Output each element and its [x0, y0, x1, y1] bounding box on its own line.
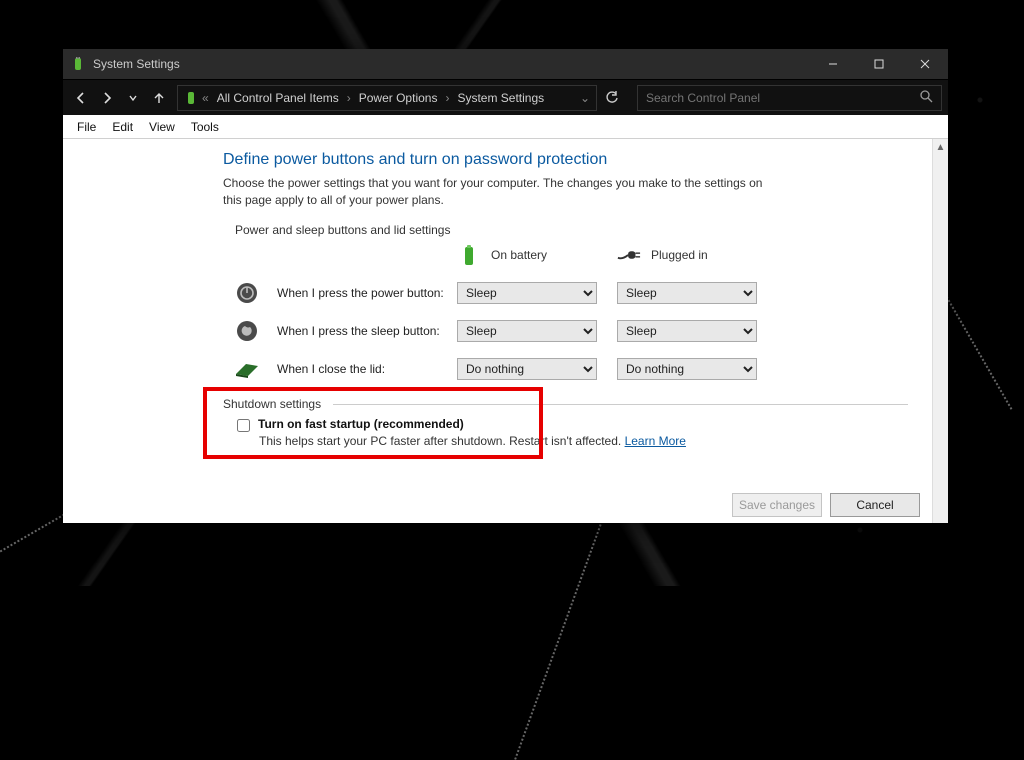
crumb-system-settings[interactable]: System Settings: [453, 91, 548, 105]
footer-buttons: Save changes Cancel: [732, 493, 920, 517]
power-plan-path-icon: [184, 91, 198, 105]
chevron-down-icon[interactable]: ⌄: [580, 91, 590, 105]
column-battery-label: On battery: [491, 248, 547, 262]
recent-locations-button[interactable]: [121, 86, 145, 110]
shutdown-settings-section: Shutdown settings Turn on fast startup (…: [223, 397, 908, 448]
column-on-battery: On battery: [457, 243, 607, 267]
plug-icon: [617, 243, 641, 267]
sleep-button-icon: [235, 319, 259, 343]
learn-more-link[interactable]: Learn More: [625, 434, 686, 448]
vertical-scrollbar[interactable]: ▲: [932, 139, 948, 523]
search-box[interactable]: [637, 85, 942, 111]
close-button[interactable]: [902, 49, 948, 79]
lid-battery-select[interactable]: Do nothing: [457, 358, 597, 380]
window-title: System Settings: [93, 57, 180, 71]
settings-pane: Define power buttons and turn on passwor…: [63, 139, 932, 523]
power-settings-grid: On battery Plugged in When I press the p…: [235, 243, 908, 381]
menu-edit[interactable]: Edit: [104, 120, 141, 134]
maximize-button[interactable]: [856, 49, 902, 79]
sleep-button-plugged-select[interactable]: Sleep: [617, 320, 757, 342]
column-plugged-in: Plugged in: [617, 243, 767, 267]
search-input[interactable]: [646, 91, 920, 105]
chevron-right-icon: ›: [445, 91, 449, 105]
save-changes-button[interactable]: Save changes: [732, 493, 822, 517]
power-plan-app-icon: [71, 57, 85, 71]
page-title: Define power buttons and turn on passwor…: [223, 151, 908, 169]
power-button-icon: [235, 281, 259, 305]
power-button-battery-select[interactable]: Sleep: [457, 282, 597, 304]
menu-tools[interactable]: Tools: [183, 120, 227, 134]
cancel-button[interactable]: Cancel: [830, 493, 920, 517]
shutdown-settings-label: Shutdown settings: [223, 397, 908, 411]
group-label-power-sleep: Power and sleep buttons and lid settings: [235, 223, 908, 237]
lid-close-icon: [235, 357, 259, 381]
crumb-power-options[interactable]: Power Options: [355, 91, 442, 105]
lid-plugged-select[interactable]: Do nothing: [617, 358, 757, 380]
minimize-button[interactable]: [810, 49, 856, 79]
column-plugged-label: Plugged in: [651, 248, 708, 262]
titlebar[interactable]: System Settings: [63, 49, 948, 79]
search-icon: [920, 90, 933, 106]
navbar: « All Control Panel Items › Power Option…: [63, 79, 948, 115]
control-panel-window: System Settings: [63, 49, 948, 523]
row-sleep-button-label: When I press the sleep button:: [277, 324, 447, 338]
forward-button[interactable]: [95, 86, 119, 110]
scroll-up-arrow[interactable]: ▲: [933, 139, 948, 155]
battery-icon: [457, 243, 481, 267]
back-button[interactable]: [69, 86, 93, 110]
menu-view[interactable]: View: [141, 120, 183, 134]
power-button-plugged-select[interactable]: Sleep: [617, 282, 757, 304]
fast-startup-checkbox[interactable]: [237, 419, 250, 432]
content-area: Define power buttons and turn on passwor…: [63, 139, 948, 523]
crumb-all-items[interactable]: All Control Panel Items: [213, 91, 343, 105]
page-description: Choose the power settings that you want …: [223, 175, 783, 209]
sleep-button-battery-select[interactable]: Sleep: [457, 320, 597, 342]
fast-startup-label[interactable]: Turn on fast startup (recommended): [258, 417, 464, 431]
row-lid-label: When I close the lid:: [277, 362, 447, 376]
menubar: File Edit View Tools: [63, 115, 948, 139]
refresh-button[interactable]: [599, 85, 625, 111]
separator-icon: «: [202, 91, 209, 105]
up-button[interactable]: [147, 86, 171, 110]
breadcrumb[interactable]: « All Control Panel Items › Power Option…: [177, 85, 597, 111]
fast-startup-help: This helps start your PC faster after sh…: [259, 434, 908, 448]
chevron-right-icon: ›: [347, 91, 351, 105]
menu-file[interactable]: File: [69, 120, 104, 134]
row-power-button-label: When I press the power button:: [277, 286, 447, 300]
